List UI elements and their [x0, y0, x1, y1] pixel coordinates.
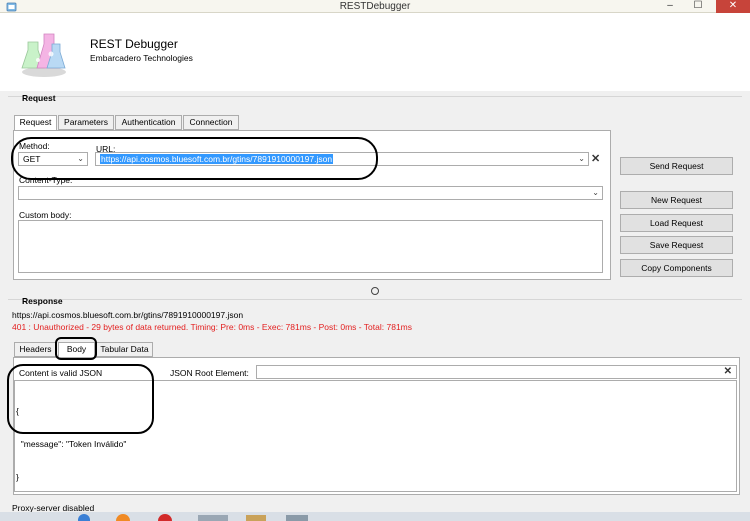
tab-tabular-data[interactable]: Tabular Data: [96, 342, 153, 357]
taskbar-app-icon[interactable]: [198, 515, 228, 521]
chevron-down-icon: ⌄: [578, 154, 585, 163]
highlight-oval-json: [7, 364, 154, 434]
taskbar: [0, 512, 750, 521]
company-name: Embarcadero Technologies: [90, 53, 193, 63]
highlight-oval-body-tab: [55, 337, 97, 360]
taskbar-app-icon[interactable]: [78, 514, 90, 521]
json-line: }: [16, 472, 19, 482]
tab-connection[interactable]: Connection: [183, 115, 239, 130]
custom-body-textarea[interactable]: [18, 220, 603, 273]
load-request-button[interactable]: Load Request: [620, 214, 733, 232]
tab-request[interactable]: Request: [14, 115, 57, 131]
custom-body-label: Custom body:: [19, 210, 72, 220]
taskbar-app-icon[interactable]: [116, 514, 130, 521]
close-icon[interactable]: ✕: [724, 366, 732, 377]
copy-components-button[interactable]: Copy Components: [620, 259, 733, 277]
response-url: https://api.cosmos.bluesoft.com.br/gtins…: [12, 310, 244, 320]
close-button[interactable]: ✕: [716, 0, 750, 13]
tab-parameters[interactable]: Parameters: [58, 115, 114, 130]
taskbar-app-icon[interactable]: [286, 515, 308, 521]
window-title: RESTDebugger: [339, 1, 411, 12]
response-status: 401 : Unauthorized - 29 bytes of data re…: [12, 322, 412, 332]
save-request-button[interactable]: Save Request: [620, 236, 733, 254]
json-line: "message": "Token Inválido": [16, 439, 127, 449]
json-root-label: JSON Root Element:: [170, 368, 249, 378]
title-bar: RESTDebugger – ☐ ✕: [0, 0, 750, 13]
send-request-button[interactable]: Send Request: [620, 157, 733, 175]
tab-headers[interactable]: Headers: [14, 342, 57, 357]
new-request-button[interactable]: New Request: [620, 191, 733, 209]
json-root-input[interactable]: ✕: [256, 365, 737, 379]
taskbar-app-icon[interactable]: [246, 515, 266, 521]
chevron-down-icon: ⌄: [592, 188, 599, 197]
request-section-label: Request: [22, 93, 56, 103]
rest-debugger-logo: [21, 33, 66, 77]
content-type-select[interactable]: ⌄: [18, 186, 603, 200]
highlight-oval-url: [11, 137, 378, 180]
clear-url-icon[interactable]: ✕: [591, 152, 600, 165]
response-separator: [8, 299, 742, 300]
response-section-label: Response: [22, 296, 63, 306]
request-separator: [8, 96, 742, 97]
maximize-button[interactable]: ☐: [684, 0, 712, 13]
app-name: REST Debugger: [90, 37, 178, 51]
taskbar-app-icon[interactable]: [158, 514, 172, 521]
minimize-button[interactable]: –: [656, 0, 684, 13]
splitter-handle[interactable]: [371, 287, 379, 295]
app-header: REST Debugger Embarcadero Technologies: [0, 13, 750, 91]
tab-authentication[interactable]: Authentication: [115, 115, 182, 130]
